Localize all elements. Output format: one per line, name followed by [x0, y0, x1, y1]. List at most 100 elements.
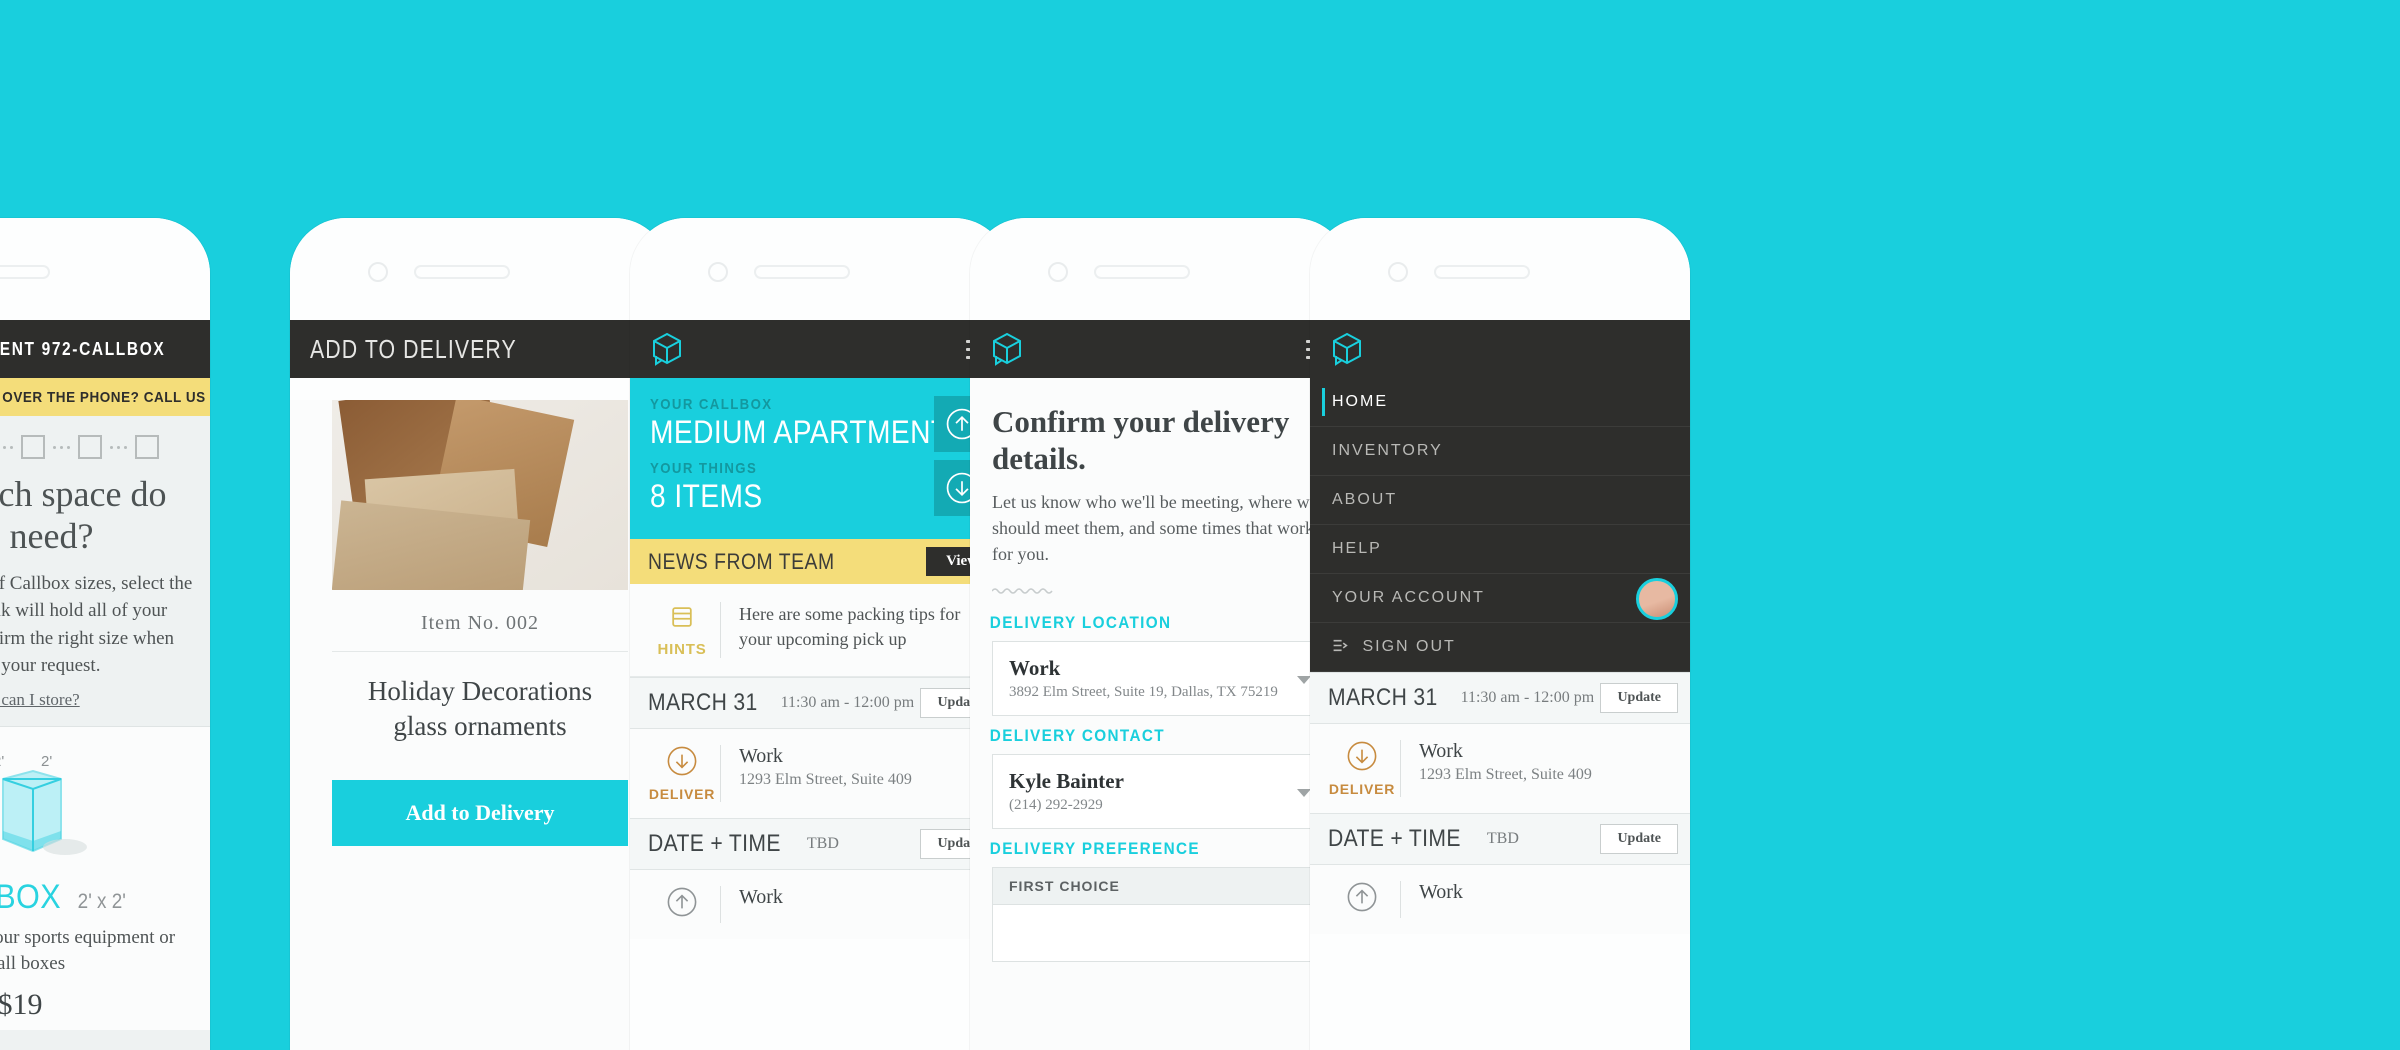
box-option-card[interactable]: 2' 2' 4' ' MINI BOX2' x 2' Extra space	[0, 725, 210, 1030]
hints-label: HINTS	[657, 641, 707, 659]
deliver-row[interactable]: DELIVER Work 1293 Elm Street, Suite 409	[630, 729, 1010, 819]
callbox-cube-logo-icon[interactable]	[650, 331, 684, 367]
pickup-update-button[interactable]: Update	[1600, 683, 1678, 713]
phone-top-chrome	[970, 218, 1350, 320]
menu-item-your-account[interactable]: YOUR ACCOUNT	[1310, 574, 1690, 623]
page-title: How much space do you need?	[0, 474, 167, 556]
box-name-row: MINI BOX 2' x 2'	[0, 878, 200, 917]
phone3-navbar	[630, 320, 1010, 378]
hints-stack-icon	[672, 607, 692, 627]
delivery-location-address: 3892 Elm Street, Suite 19, Dallas, TX 75…	[1009, 684, 1278, 701]
phone-top-chrome	[1310, 218, 1690, 320]
chevron-down-icon[interactable]	[1297, 675, 1311, 684]
delivery-contact-value: Kyle Bainter	[1009, 769, 1124, 794]
modal-title: ADD TO DELIVERY	[310, 333, 517, 364]
divider-squiggle	[970, 567, 1350, 603]
pickup-place-row[interactable]: Work	[1310, 865, 1690, 934]
earpiece-speaker	[1434, 265, 1530, 279]
step-5[interactable]	[78, 435, 102, 459]
menu-item-about[interactable]: ABOUT	[1310, 476, 1690, 525]
front-camera-icon	[708, 262, 728, 282]
step-dots	[53, 445, 70, 449]
phone-device-4: Confirm your delivery details. Let us kn…	[970, 218, 1350, 1050]
progress-stepper: 1	[0, 416, 210, 470]
step-dots	[0, 445, 13, 449]
deliver-label: DELIVER	[1328, 781, 1396, 797]
deliver-place: Work	[1419, 740, 1463, 762]
page-body-text: Let us know who we'll be meeting, where …	[992, 492, 1318, 565]
deliver-body: Work 1293 Elm Street, Suite 409	[720, 745, 912, 803]
datetime-status: TBD	[806, 835, 839, 853]
news-title: NEWS FROM TEAM	[648, 548, 835, 574]
hints-icon-wrap: HINTS	[644, 602, 720, 658]
pickup-place: Work	[1419, 881, 1463, 903]
front-camera-icon	[368, 262, 388, 282]
deliver-icon-wrap: DELIVER	[644, 745, 720, 802]
add-to-delivery-button[interactable]: Add to Delivery	[332, 780, 628, 847]
delivery-location-select[interactable]: Work 3892 Elm Street, Suite 19, Dallas, …	[992, 641, 1328, 717]
things-value: 8 ITEMS	[650, 477, 763, 514]
nav-agent-phone[interactable]: TALK TO AN AGENT 972-CALLBOX	[0, 339, 165, 360]
callbox-cube-logo-icon[interactable]	[990, 331, 1024, 367]
mini-box-3d-icon: 2' 2' 4' '	[0, 753, 95, 873]
user-avatar[interactable]	[1636, 578, 1678, 620]
step-4[interactable]	[21, 435, 45, 459]
page-title: Confirm your delivery details.	[992, 404, 1290, 476]
front-camera-icon	[1388, 262, 1408, 282]
menu-item-inventory[interactable]: INVENTORY	[1310, 427, 1690, 476]
what-can-i-store-link[interactable]: What can I store?	[0, 680, 210, 726]
phone-device-5: HOME INVENTORY ABOUT HELP YOUR ACCOUNT S…	[1310, 218, 1690, 1050]
arrow-down-circle-icon	[1347, 741, 1377, 771]
chevron-down-icon[interactable]	[1297, 788, 1311, 797]
datetime-status: TBD	[1486, 830, 1519, 847]
first-choice-header: FIRST CHOICE	[992, 867, 1328, 905]
box-description: Extra space for your sports equipment or…	[0, 926, 176, 975]
phone5-navbar	[1310, 320, 1690, 378]
phone2-navbar: ADD TO DELIVERY ✕	[290, 320, 670, 378]
pickup-place-row[interactable]: Work	[630, 870, 1010, 940]
phone1-navbar: HELP TALK TO AN AGENT 972-CALLBOX	[0, 320, 210, 378]
front-camera-icon	[1048, 262, 1068, 282]
delivery-location-label: DELIVERY LOCATION	[989, 613, 1172, 633]
page-body-text: We offer a variety of Callbox sizes, sel…	[0, 572, 193, 677]
pickup-icon-wrap	[644, 886, 720, 923]
pickup-date-row: MARCH 31 11:30 am - 12:00 pm Update	[630, 677, 1010, 730]
box-price: $19	[0, 987, 43, 1021]
box-name: MINI BOX	[0, 877, 61, 916]
arrow-up-circle-icon	[667, 887, 697, 917]
datetime-update-button[interactable]: Update	[1600, 824, 1678, 854]
deliver-row[interactable]: DELIVER Work 1293 Elm Street, Suite 409	[1310, 724, 1690, 813]
earpiece-speaker	[414, 265, 510, 279]
delivery-location-value: Work	[1009, 656, 1061, 681]
pickup-date-row: MARCH 31 11:30 am - 12:00 pm Update	[1310, 672, 1690, 724]
screenshot-stage: HELP TALK TO AN AGENT 972-CALLBOX RATHER…	[0, 0, 2400, 1050]
pickup-place: Work	[739, 886, 783, 909]
datetime-title: DATE + TIME	[1328, 825, 1461, 852]
pickup-place-body: Work	[1400, 881, 1463, 918]
callbox-cube-logo-icon[interactable]	[1330, 331, 1364, 367]
phone2-body: Item No. 002 Holiday Decorations glass o…	[290, 400, 670, 1050]
news-bar: NEWS FROM TEAM View	[630, 539, 1010, 585]
deliver-body: Work 1293 Elm Street, Suite 409	[1400, 740, 1592, 797]
deliver-icon-wrap: DELIVER	[1324, 740, 1400, 797]
delivery-contact-phone: (214) 292-2929	[1009, 797, 1103, 814]
phone-setup-cta[interactable]: RATHER GET SET UP OVER THE PHONE? CALL U…	[0, 378, 210, 416]
slide-out-menu: HOME INVENTORY ABOUT HELP YOUR ACCOUNT S…	[1310, 378, 1690, 672]
menu-item-sign-out[interactable]: SIGN OUT	[1310, 623, 1690, 672]
deliver-place: Work	[739, 745, 783, 768]
step-6[interactable]	[135, 435, 159, 459]
menu-item-home[interactable]: HOME	[1310, 378, 1690, 427]
hints-row[interactable]: HINTS Here are some packing tips for you…	[630, 584, 1010, 678]
menu-item-help[interactable]: HELP	[1310, 525, 1690, 574]
menu-item-label: SIGN OUT	[1362, 638, 1456, 655]
first-choice-field[interactable]	[992, 904, 1328, 963]
pickup-time: 11:30 am - 12:00 pm	[1460, 689, 1595, 706]
earpiece-speaker	[0, 265, 50, 279]
phone-device-1: HELP TALK TO AN AGENT 972-CALLBOX RATHER…	[0, 218, 210, 1050]
earpiece-speaker	[1094, 265, 1190, 279]
delivery-preference-label: DELIVERY PREFERENCE	[989, 839, 1200, 859]
datetime-row: DATE + TIME TBD Update	[1310, 813, 1690, 865]
pickup-place-body: Work	[720, 886, 783, 924]
delivery-contact-select[interactable]: Kyle Bainter (214) 292-2929	[992, 754, 1328, 830]
callbox-label: YOUR CALLBOX	[650, 396, 773, 413]
